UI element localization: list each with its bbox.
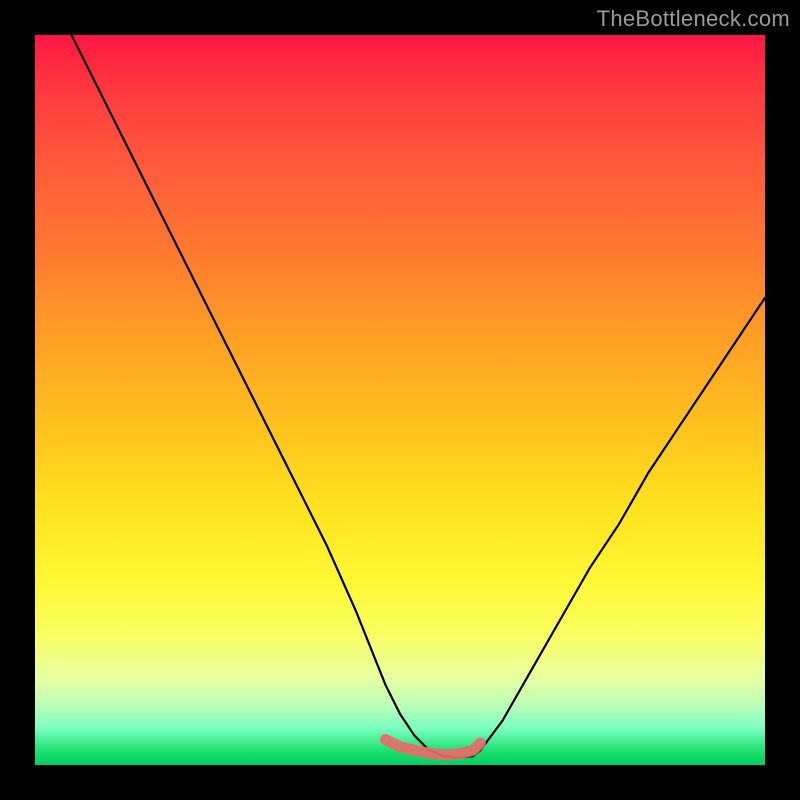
watermark-text: TheBottleneck.com [597,6,790,32]
chart-gradient-bg [35,35,765,765]
chart-frame: TheBottleneck.com [0,0,800,800]
